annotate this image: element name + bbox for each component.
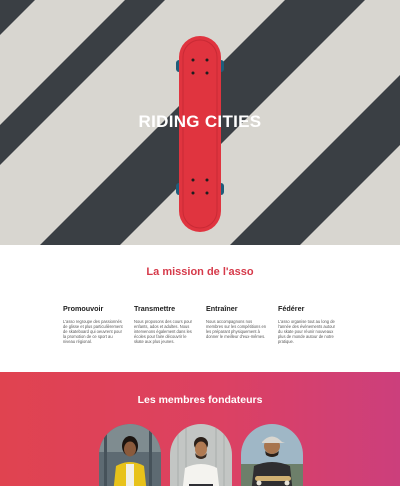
feature-title: Promouvoir [63,304,104,313]
mission-section: La mission de l'asso Promouvoir L'asso r… [0,245,400,372]
feature-title: Fédérer [278,304,305,313]
skateboard-image [176,36,224,232]
member-photo-2 [170,424,232,486]
feature-promouvoir: Promouvoir L'asso regroupe des passionné… [63,304,125,344]
feature-text: L'asso regroupe des passionnés de glisse… [63,319,123,344]
founders-title: Les membres fondateurs [137,394,263,406]
feature-text: L'asso organise tout au long de l'année … [278,319,335,344]
hero-banner: RIDING CITIES [0,0,400,245]
hero-title: RIDING CITIES [138,112,262,131]
feature-title: Transmettre [134,304,176,313]
feature-text: Nous accompagnons nos membres sur les co… [206,319,267,339]
feature-entrainer: Entraîner Nous accompagnons nos membres … [206,304,268,339]
mission-title: La mission de l'asso [146,266,254,278]
member-photo-3 [241,424,303,486]
feature-transmettre: Transmettre Nous proposons des cours pou… [134,304,196,344]
feature-text: Nous proposons des cours pour enfants, a… [134,319,193,344]
member-photo-1 [99,424,161,486]
feature-federer: Fédérer L'asso organise tout au long de … [278,304,340,344]
founders-section: Les membres fondateurs [0,372,400,486]
feature-title: Entraîner [206,304,238,313]
